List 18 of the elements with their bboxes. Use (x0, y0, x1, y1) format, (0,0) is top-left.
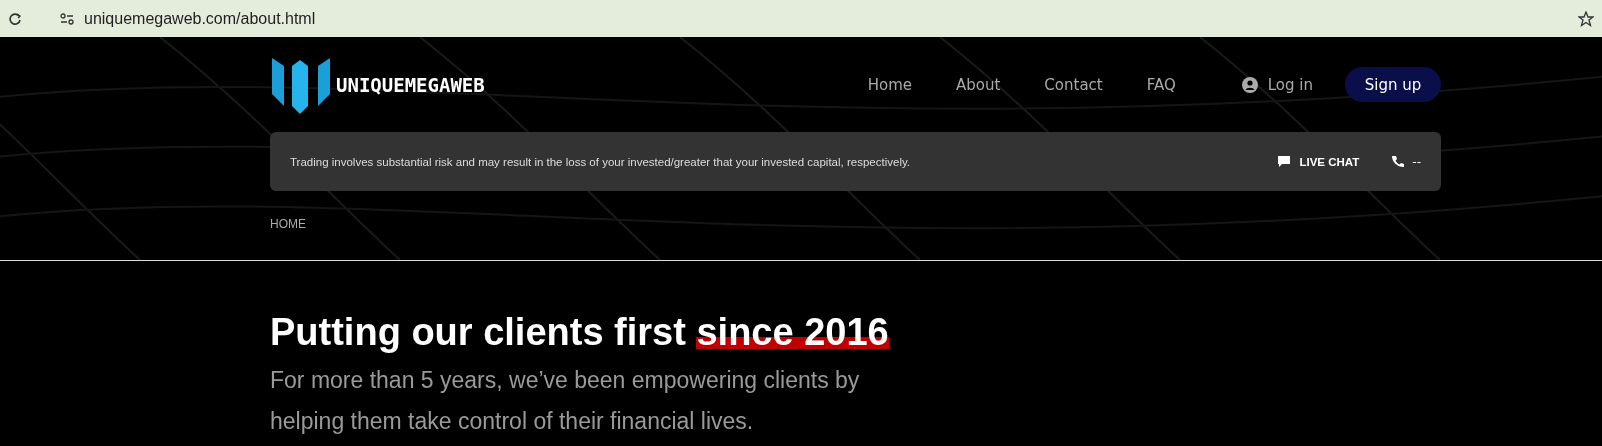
bookmark-star-icon[interactable] (1578, 10, 1594, 27)
risk-notice-text: Trading involves substantial risk and may result in the loss of your invested/greater that your invested capital, respectively. (290, 155, 911, 168)
chat-bubble-icon (1277, 155, 1292, 168)
nav-link[interactable]: FAQ (1146, 75, 1176, 94)
nav-link[interactable]: Contact (1044, 75, 1103, 94)
hero-subtitle: For more than 5 years, we’ve been empowering clients by helping them take control of their financial lives. (270, 366, 861, 436)
logo-text[interactable]: UNIQUEMEGAWEB (336, 73, 485, 96)
nav-link[interactable]: Home (867, 75, 912, 94)
login-link[interactable]: Log in (1241, 75, 1313, 94)
reload-icon[interactable] (8, 11, 22, 26)
nav-link[interactable]: About (956, 75, 1001, 94)
user-icon (1241, 76, 1258, 93)
signup-button[interactable]: Sign up (1345, 67, 1441, 102)
phone-link[interactable]: -- (1391, 154, 1421, 169)
live-chat-link[interactable]: LIVE CHAT (1277, 155, 1360, 168)
phone-icon (1391, 155, 1405, 168)
site-settings-icon[interactable] (60, 12, 74, 25)
breadcrumb-link[interactable]: HOME (270, 217, 306, 231)
